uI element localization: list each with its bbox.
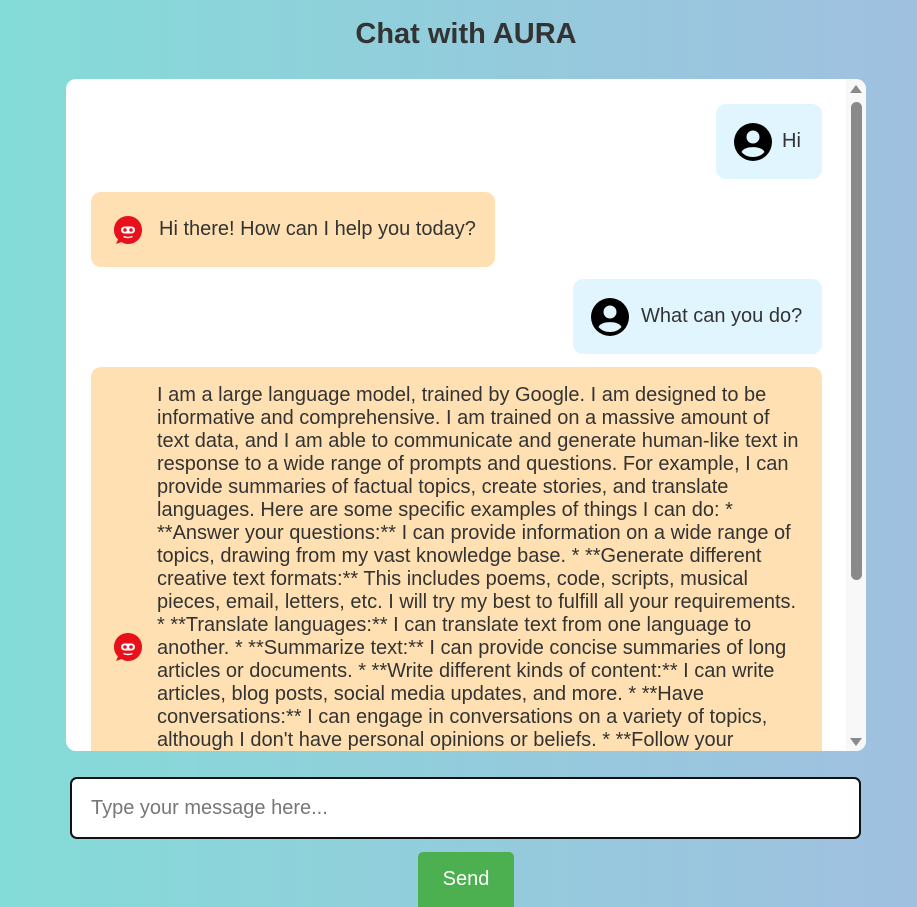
aura-bot-icon (114, 633, 142, 661)
user-account-icon (734, 122, 772, 161)
send-button[interactable]: Send (418, 852, 514, 907)
message-input-wrapper (70, 777, 861, 839)
page-title: Chat with AURA (355, 18, 577, 50)
bot-message: I am a large language model, trained by … (91, 367, 822, 751)
user-message: What can you do? (573, 279, 822, 354)
scroll-up-arrow-icon[interactable] (850, 85, 862, 93)
chat-scrollbar[interactable] (846, 79, 866, 751)
chat-box: Hi Hi there! How can I help you today? W… (66, 79, 866, 751)
user-account-icon (591, 297, 629, 336)
bot-message: Hi there! How can I help you today? (91, 192, 495, 267)
message-text: Hi (782, 130, 801, 152)
message-input[interactable] (70, 777, 861, 839)
scroll-down-arrow-icon[interactable] (850, 738, 862, 746)
message-text: I am a large language model, trained by … (157, 384, 799, 751)
user-message: Hi (716, 104, 822, 179)
aura-bot-icon (114, 215, 142, 244)
scrollbar-thumb[interactable] (851, 102, 862, 580)
message-list: Hi Hi there! How can I help you today? W… (66, 79, 846, 751)
message-text: Hi there! How can I help you today? (159, 218, 476, 240)
message-text: What can you do? (641, 305, 803, 327)
